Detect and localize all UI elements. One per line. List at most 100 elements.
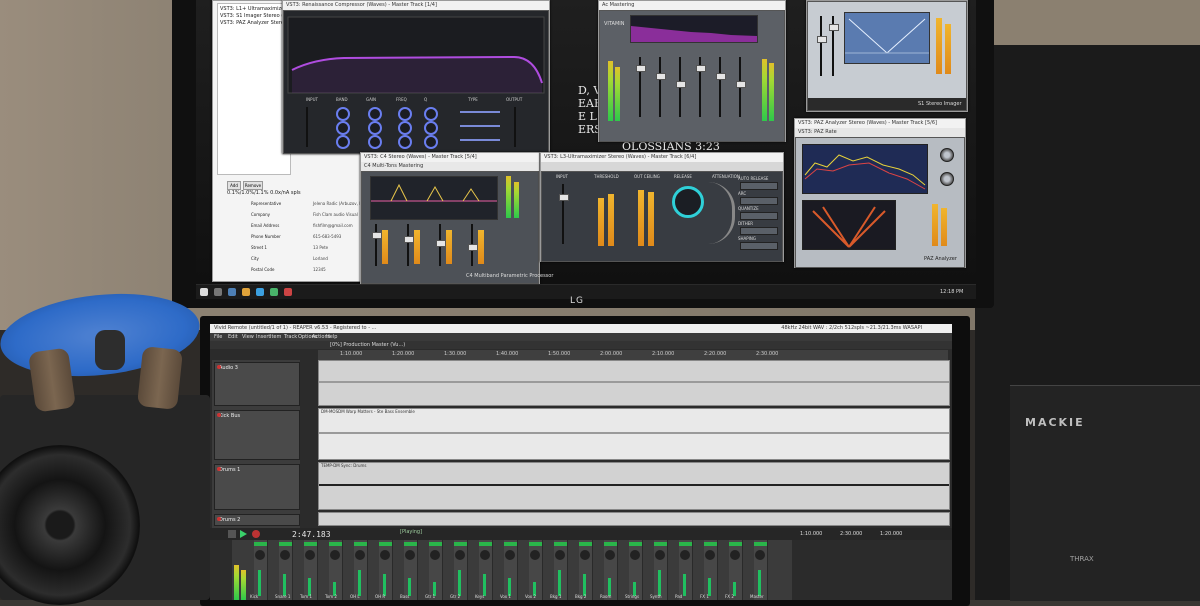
paz-resolution-knob[interactable] bbox=[940, 172, 954, 186]
paz-range-knob[interactable] bbox=[940, 148, 954, 162]
track-header[interactable]: Drums 2 bbox=[214, 514, 300, 526]
form-value[interactable]: fishfilm@gmail.com bbox=[313, 223, 353, 228]
form-value[interactable]: 615-683-5493 bbox=[313, 234, 341, 239]
l3-option-button[interactable] bbox=[740, 242, 778, 250]
selection-length[interactable]: 1:20.000 bbox=[880, 531, 902, 537]
pan-knob[interactable] bbox=[280, 550, 290, 560]
pan-knob[interactable] bbox=[680, 550, 690, 560]
vitamin-band-fader[interactable] bbox=[696, 65, 706, 72]
mixer-strip[interactable]: Pad bbox=[675, 540, 693, 600]
paz-preset-bar[interactable]: VST3: PAZ Rate bbox=[795, 128, 965, 137]
play-button[interactable] bbox=[240, 530, 247, 538]
fx-button[interactable] bbox=[729, 542, 742, 546]
stop-button[interactable] bbox=[228, 530, 236, 538]
eq-band-knob[interactable] bbox=[336, 135, 350, 149]
pan-knob[interactable] bbox=[755, 550, 765, 560]
mixer-strip[interactable]: Bass bbox=[400, 540, 418, 600]
form-value[interactable]: Fish Clam audio Visual bbox=[313, 212, 358, 217]
l3-option-button[interactable] bbox=[740, 197, 778, 205]
mixer-strip[interactable]: FX 1 bbox=[700, 540, 718, 600]
l3-option-button[interactable] bbox=[740, 227, 778, 235]
app-icon[interactable] bbox=[270, 288, 278, 296]
fx-button[interactable] bbox=[604, 542, 617, 546]
eq-band-knob[interactable] bbox=[398, 107, 412, 121]
form-value[interactable]: Lorland bbox=[313, 256, 328, 261]
mixer-strip[interactable]: Room bbox=[600, 540, 618, 600]
l3-release-knob[interactable] bbox=[672, 186, 704, 218]
eq-type-selector[interactable] bbox=[460, 125, 500, 127]
vitamin-band-fader[interactable] bbox=[676, 81, 686, 88]
fx-button[interactable] bbox=[404, 542, 417, 546]
pan-knob[interactable] bbox=[430, 550, 440, 560]
pan-knob[interactable] bbox=[480, 550, 490, 560]
pan-knob[interactable] bbox=[530, 550, 540, 560]
track-lane[interactable]: DM-MOSDM Warp Matters - Ste Bass Ensembl… bbox=[318, 408, 950, 460]
fx-button[interactable] bbox=[304, 542, 317, 546]
remove-button[interactable]: Remove bbox=[243, 181, 263, 190]
eq-graph[interactable] bbox=[284, 15, 548, 95]
imager-width-fader[interactable] bbox=[817, 36, 827, 43]
fx-button[interactable] bbox=[554, 542, 567, 546]
fx-button[interactable] bbox=[354, 542, 367, 546]
fx-chain-list[interactable]: VST3: L1+ Ultramaximizer Stereo (Waves) … bbox=[217, 3, 326, 175]
fx-button[interactable] bbox=[579, 542, 592, 546]
fx-button[interactable] bbox=[679, 542, 692, 546]
fx-button[interactable] bbox=[704, 542, 717, 546]
track-header[interactable]: Kick Bus bbox=[214, 410, 300, 460]
mixer-strip[interactable]: Master bbox=[750, 540, 768, 600]
pan-knob[interactable] bbox=[305, 550, 315, 560]
menu-item[interactable]: Insert bbox=[256, 333, 270, 341]
pan-knob[interactable] bbox=[730, 550, 740, 560]
fx-button[interactable] bbox=[379, 542, 392, 546]
vitamin-plugin-window[interactable]: Ac Mastering VITAMIN bbox=[598, 0, 786, 142]
fx-button[interactable] bbox=[529, 542, 542, 546]
mixer-strip[interactable]: Gtr 2 bbox=[450, 540, 468, 600]
fx-button[interactable] bbox=[329, 542, 342, 546]
eq-band-knob[interactable] bbox=[398, 135, 412, 149]
pan-knob[interactable] bbox=[505, 550, 515, 560]
mixer-strip[interactable]: Bkg 2 bbox=[575, 540, 593, 600]
mixer-strip[interactable]: Synth bbox=[650, 540, 668, 600]
mixer-strip[interactable]: OH R bbox=[375, 540, 393, 600]
c4-band-fader[interactable] bbox=[404, 236, 414, 243]
form-value[interactable]: 13 Pete bbox=[313, 245, 328, 250]
vitamin-band-fader[interactable] bbox=[716, 73, 726, 80]
menu-item[interactable]: View bbox=[242, 333, 254, 341]
fx-button[interactable] bbox=[454, 542, 467, 546]
pan-knob[interactable] bbox=[330, 550, 340, 560]
paz-plugin-window[interactable]: VST3: PAZ Analyzer Stereo (Waves) - Mast… bbox=[794, 118, 966, 268]
pan-knob[interactable] bbox=[455, 550, 465, 560]
menu-item[interactable]: File bbox=[214, 333, 222, 341]
c4-band-fader[interactable] bbox=[468, 244, 478, 251]
pan-knob[interactable] bbox=[255, 550, 265, 560]
eq-plugin-window[interactable]: VST3: Renaissance Compressor (Waves) - M… bbox=[282, 0, 550, 154]
c4-window-title[interactable]: VST3: C4 Stereo (Waves) - Master Track [… bbox=[361, 153, 539, 162]
c4-plugin-window[interactable]: VST3: C4 Stereo (Waves) - Master Track [… bbox=[360, 152, 553, 284]
vitamin-band-fader[interactable] bbox=[736, 81, 746, 88]
record-arm-icon[interactable] bbox=[217, 365, 221, 369]
pan-knob[interactable] bbox=[630, 550, 640, 560]
pan-knob[interactable] bbox=[605, 550, 615, 560]
track-lane[interactable] bbox=[318, 360, 950, 406]
project-tab[interactable]: [0%] Production Master (Vu...) bbox=[330, 342, 405, 348]
mixer-strip[interactable]: Vox 1 bbox=[500, 540, 518, 600]
eq-band-knob[interactable] bbox=[368, 107, 382, 121]
record-arm-icon[interactable] bbox=[217, 517, 221, 521]
selection-start[interactable]: 1:10.000 bbox=[800, 531, 822, 537]
fx-button[interactable] bbox=[629, 542, 642, 546]
search-icon[interactable] bbox=[214, 288, 222, 296]
mixer-strip[interactable]: FX 2 bbox=[725, 540, 743, 600]
eq-band-knob[interactable] bbox=[398, 121, 412, 135]
mixer-strip[interactable]: Snare 1 bbox=[275, 540, 293, 600]
mixer-strip[interactable]: Kick bbox=[250, 540, 268, 600]
mixer-strip[interactable]: Bkg 1 bbox=[550, 540, 568, 600]
pan-knob[interactable] bbox=[405, 550, 415, 560]
pan-knob[interactable] bbox=[655, 550, 665, 560]
vitamin-band-faders[interactable] bbox=[630, 51, 756, 131]
app-icon[interactable] bbox=[284, 288, 292, 296]
record-arm-icon[interactable] bbox=[217, 413, 221, 417]
timeline-ruler[interactable]: 1:10.000 1:20.000 1:30.000 1:40.000 1:50.000… bbox=[318, 350, 948, 360]
track-lane[interactable] bbox=[318, 512, 950, 526]
menu-item[interactable]: Edit bbox=[228, 333, 238, 341]
menu-item[interactable]: Track bbox=[284, 333, 297, 341]
